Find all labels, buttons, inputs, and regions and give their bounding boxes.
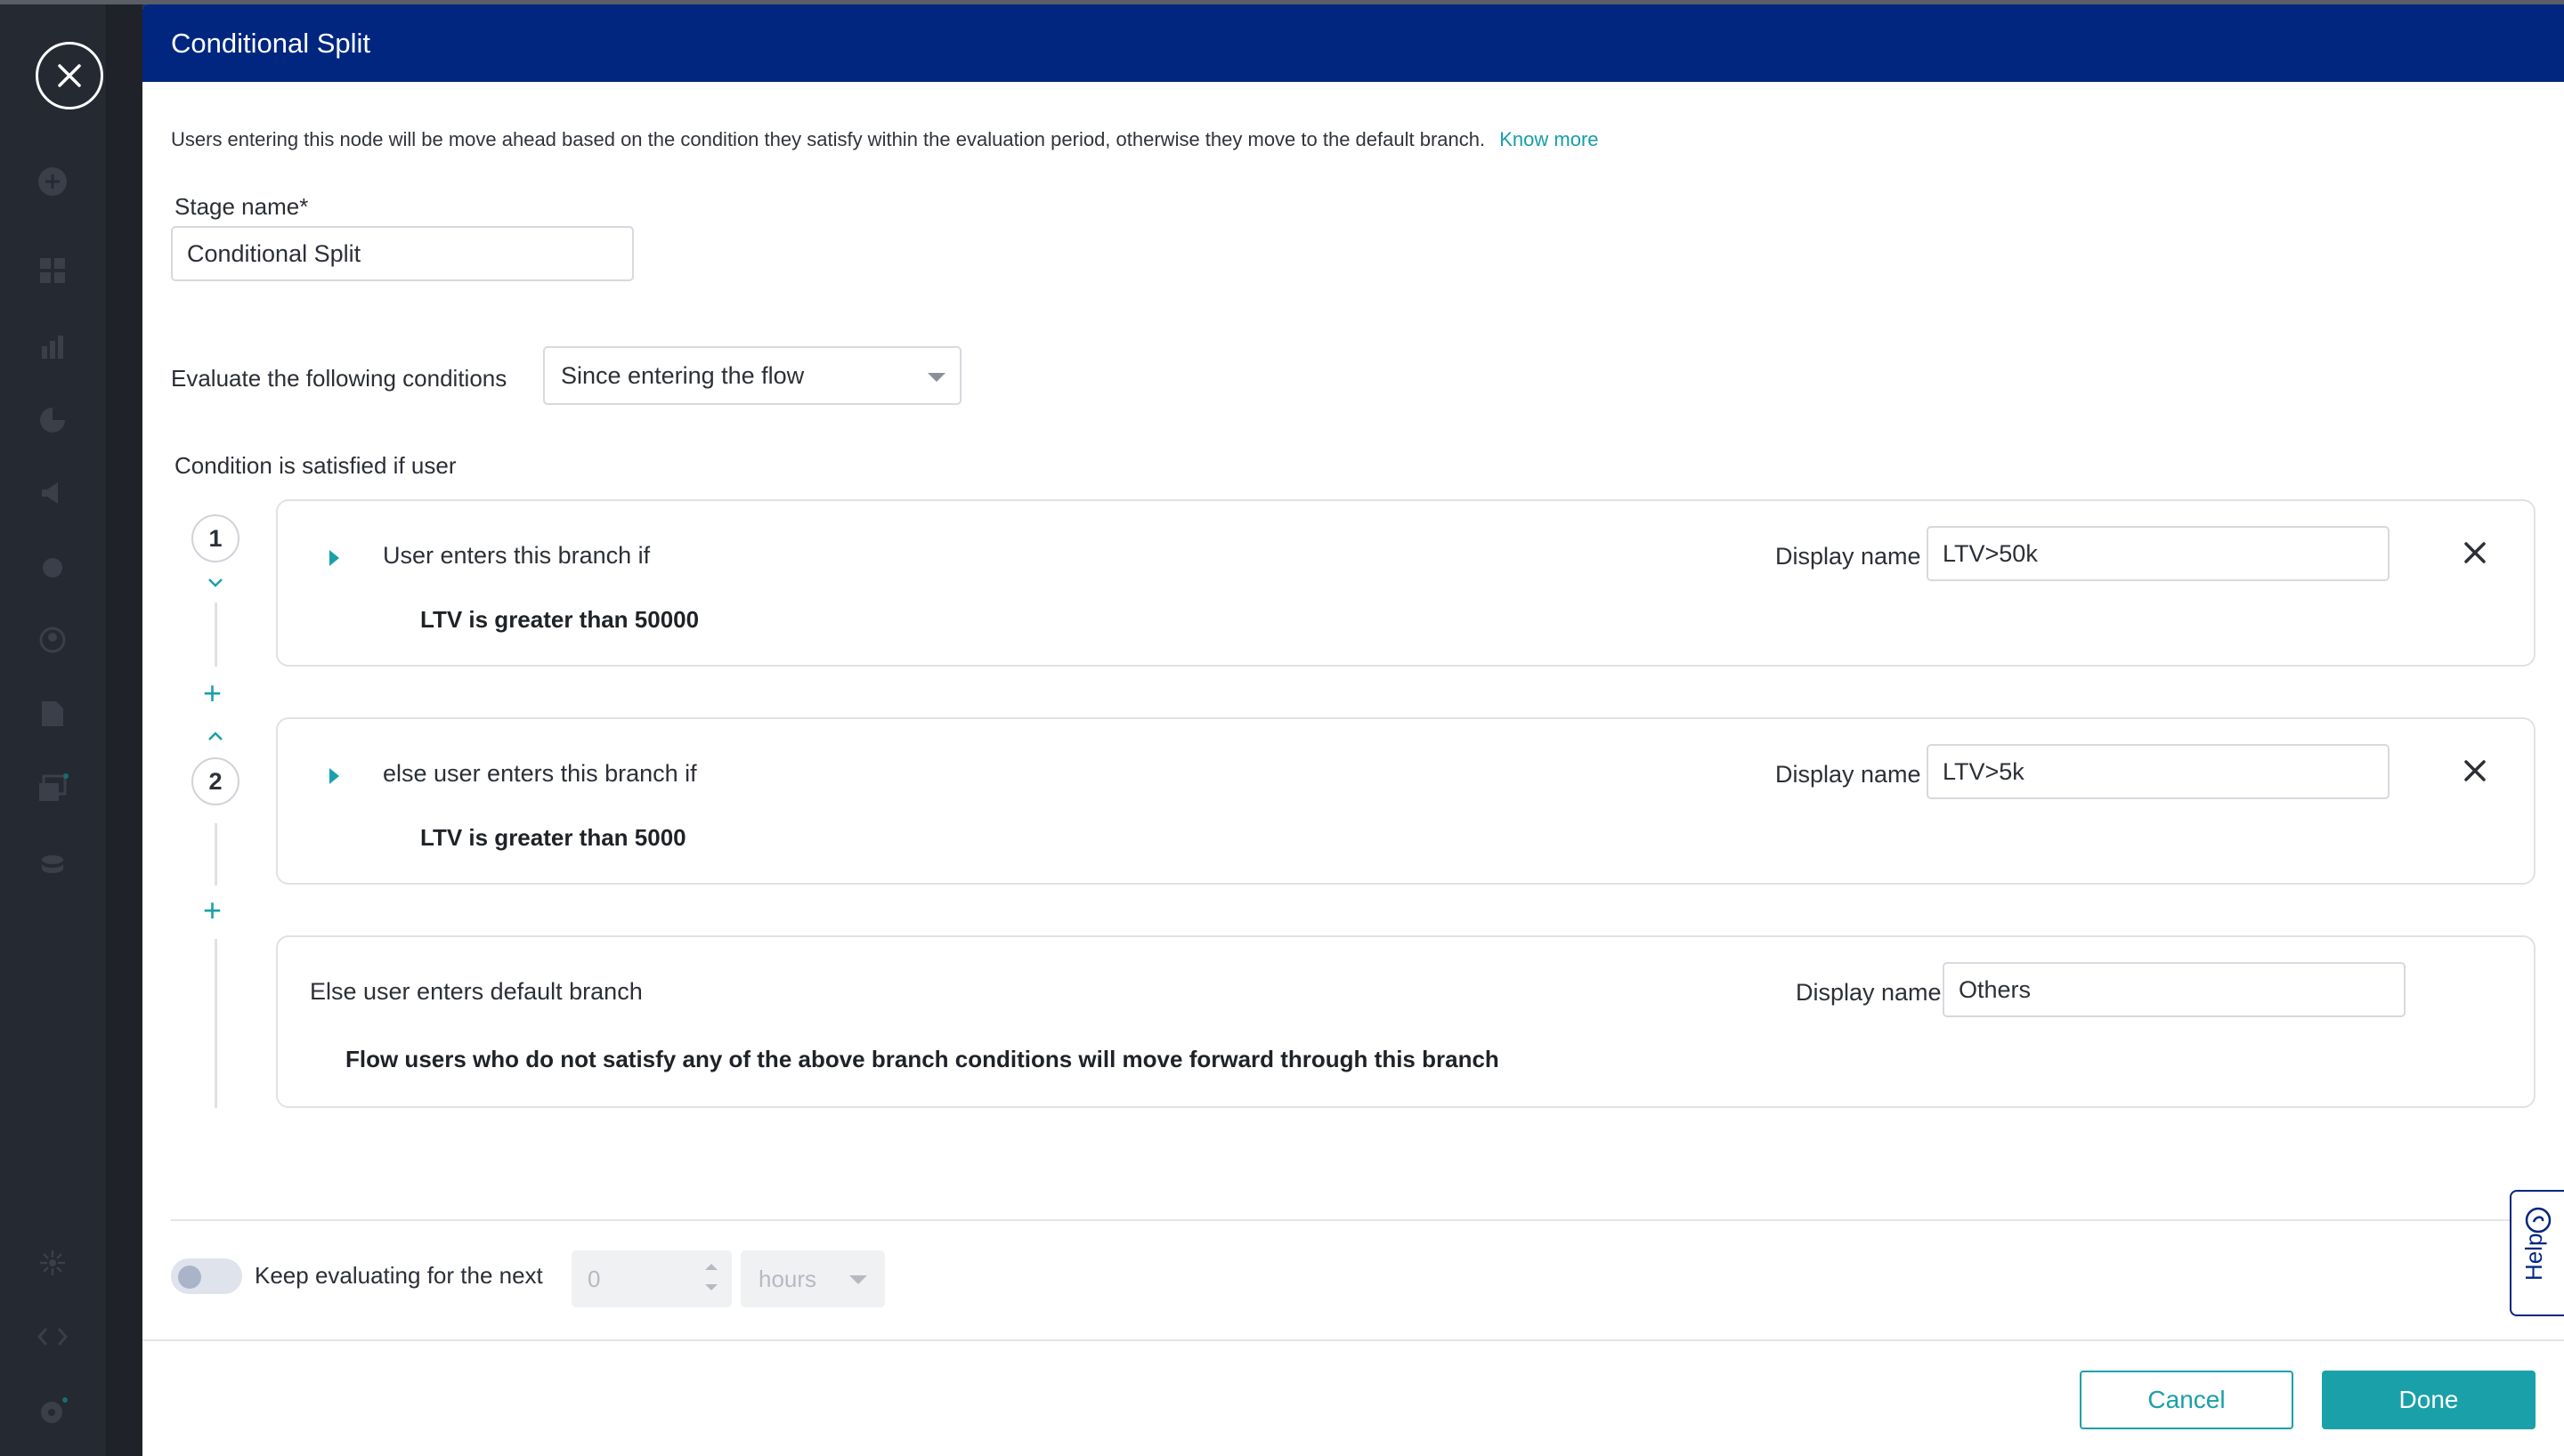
footer-divider <box>142 1339 2564 1341</box>
default-branch-description: Flow users who do not satisfy any of the… <box>345 1046 1499 1072</box>
display-name-label: Display name <box>1775 543 1921 570</box>
rail-line <box>215 939 217 1108</box>
chevron-up-icon[interactable] <box>207 731 224 741</box>
dashboard-icon[interactable] <box>36 254 69 287</box>
done-button[interactable]: Done <box>2322 1371 2536 1429</box>
app-sidebar <box>0 4 107 1456</box>
help-circle-icon <box>2525 1207 2552 1234</box>
chevron-down-icon <box>849 1275 867 1284</box>
display-name-input[interactable]: LTV>50k <box>1927 526 2390 581</box>
timer-icon[interactable] <box>36 549 69 583</box>
duration-unit-value: hours <box>759 1266 817 1292</box>
duration-value: 0 <box>588 1266 601 1292</box>
intro-text: Users entering this node will be move ah… <box>171 128 1599 151</box>
x-icon[interactable] <box>2461 756 2489 785</box>
x-icon[interactable] <box>2461 538 2489 567</box>
analytics-icon[interactable] <box>36 329 69 363</box>
campaigns-icon[interactable] <box>36 476 69 510</box>
stage-name-input[interactable]: Conditional Split <box>171 226 634 281</box>
branch-condition: LTV is greater than 50000 <box>420 606 700 633</box>
spinner-up-icon[interactable] <box>705 1264 718 1270</box>
display-name-label: Display name <box>1775 761 1921 788</box>
branch-title: User enters this branch if <box>383 542 651 569</box>
branch-card-2: else user enters this branch if LTV is g… <box>276 717 2536 885</box>
user-icon[interactable] <box>36 623 69 657</box>
rail-line <box>215 603 217 667</box>
overlay-strip <box>107 4 142 1456</box>
spinner-down-icon[interactable] <box>705 1284 718 1290</box>
duration-unit-select[interactable]: hours <box>741 1250 885 1307</box>
close-icon <box>58 64 81 87</box>
templates-icon[interactable] <box>36 772 69 805</box>
document-icon[interactable] <box>36 697 69 731</box>
condition-heading: Condition is satisfied if user <box>174 452 457 479</box>
branch-condition: LTV is greater than 5000 <box>420 824 686 851</box>
divider <box>171 1219 2536 1221</box>
modal-title: Conditional Split <box>142 4 2564 82</box>
cancel-button[interactable]: Cancel <box>2080 1371 2293 1429</box>
keep-evaluating-label: Keep evaluating for the next <box>255 1262 543 1289</box>
branch-title: else user enters this branch if <box>383 760 697 787</box>
intro-description: Users entering this node will be move ah… <box>171 128 1486 150</box>
rail-line <box>215 823 217 886</box>
default-branch-title: Else user enters default branch <box>310 978 643 1005</box>
evaluate-period-select[interactable]: Since entering the flow <box>543 346 961 405</box>
toggle-knob <box>178 1266 201 1289</box>
caret-right-icon[interactable] <box>329 550 339 566</box>
help-tab[interactable]: Help <box>2510 1190 2564 1316</box>
know-more-link[interactable]: Know more <box>1499 128 1598 150</box>
evaluate-period-value: Since entering the flow <box>561 362 805 389</box>
settings-gear-icon[interactable] <box>36 1395 69 1428</box>
default-branch-card: Else user enters default branch Flow use… <box>276 935 2536 1108</box>
display-name-label: Display name <box>1796 979 1942 1006</box>
caret-right-icon[interactable] <box>329 768 339 784</box>
chevron-down-icon[interactable] <box>207 578 224 588</box>
branch-number-1: 1 <box>191 514 239 562</box>
evaluation-duration-input[interactable]: 0 <box>572 1250 732 1307</box>
display-name-input[interactable]: LTV>5k <box>1927 744 2390 799</box>
database-icon[interactable] <box>36 850 69 884</box>
help-label: Help <box>2520 1233 2547 1281</box>
conditional-split-modal: Conditional Split Users entering this no… <box>142 4 2564 1456</box>
integrations-icon[interactable] <box>36 1246 69 1280</box>
chevron-down-icon <box>928 373 945 382</box>
segments-icon[interactable] <box>36 403 69 437</box>
code-icon[interactable] <box>36 1320 69 1354</box>
close-panel-button[interactable] <box>36 42 103 109</box>
keep-evaluating-toggle[interactable] <box>171 1258 242 1294</box>
evaluate-label: Evaluate the following conditions <box>171 365 507 392</box>
add-branch-plus-icon[interactable]: + <box>203 894 222 926</box>
display-name-input[interactable]: Others <box>1943 962 2406 1017</box>
branch-card-1: User enters this branch if LTV is greate… <box>276 499 2536 667</box>
stage-name-label: Stage name* <box>174 193 309 220</box>
add-branch-plus-icon[interactable]: + <box>203 677 222 709</box>
add-icon[interactable] <box>36 165 69 198</box>
branch-number-2: 2 <box>191 757 239 805</box>
